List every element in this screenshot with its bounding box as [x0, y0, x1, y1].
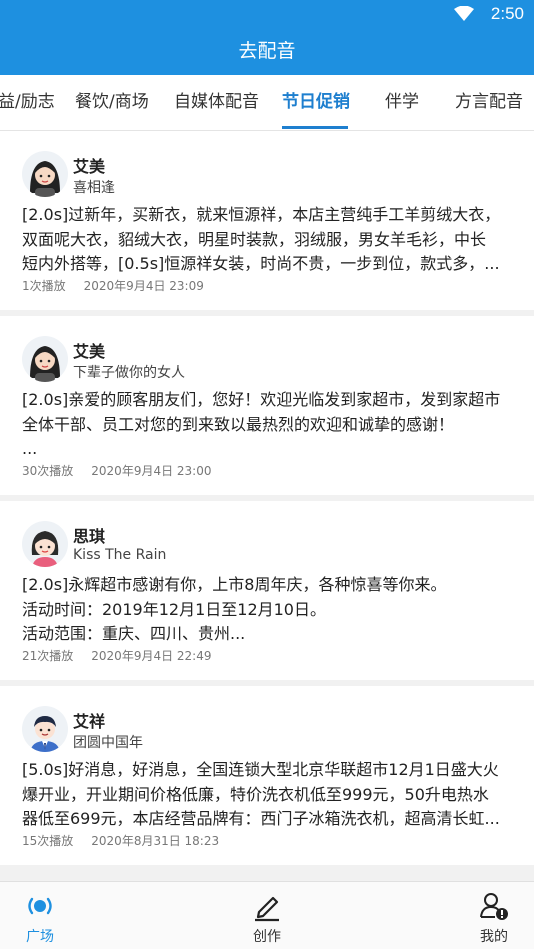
tab-inspirational[interactable]: 益/励志	[0, 75, 55, 130]
play-count: 1次播放	[22, 279, 66, 293]
active-tab-indicator	[282, 126, 348, 129]
male-avatar-icon	[22, 706, 68, 752]
script-text: [2.0s]永辉超市感谢有你，上市8周年庆，各种惊喜等你来。 活动时间：2019…	[22, 575, 447, 643]
girl-avatar-icon	[22, 521, 68, 567]
nav-label: 广场	[26, 929, 54, 945]
publish-date: 2020年9月4日 22:49	[91, 649, 212, 663]
item-meta: 21次播放 2020年9月4日 22:49	[22, 647, 212, 664]
app-bar: 去配音	[0, 30, 534, 75]
item-meta: 30次播放 2020年9月4日 23:00	[22, 462, 212, 479]
list-item[interactable]: 艾美 下辈子做你的女人 [2.0s]亲爱的顾客朋友们，您好！欢迎光临发到家超市，…	[0, 316, 534, 495]
page-title: 去配音	[238, 40, 296, 62]
publish-date: 2020年9月4日 23:09	[83, 279, 204, 293]
tab-dining-mall[interactable]: 餐饮/商场	[75, 75, 149, 130]
nav-mine[interactable]: 我的	[454, 890, 534, 946]
list-item[interactable]: 思琪 Kiss The Rain [2.0s]永辉超市感谢有你，上市8周年庆，各…	[0, 501, 534, 680]
category-tabs: 益/励志 餐饮/商场 自媒体配音 节日促销 伴学 方言配音	[0, 75, 534, 131]
publish-date: 2020年8月31日 18:23	[91, 834, 220, 848]
nav-create[interactable]: 创作	[227, 890, 307, 946]
track-title: Kiss The Rain	[73, 547, 167, 563]
track-title: 喜相逢	[73, 180, 115, 196]
tab-study-companion[interactable]: 伴学	[385, 75, 419, 130]
voice-actor-name: 艾美	[73, 157, 106, 176]
script-text: [2.0s]过新年，买新衣，就来恒源祥，本店主营纯手工羊剪绒大衣， 双面呢大衣，…	[22, 205, 501, 273]
item-meta: 1次播放 2020年9月4日 23:09	[22, 277, 204, 294]
female-avatar-icon	[22, 336, 68, 382]
voice-actor-name: 艾美	[73, 342, 106, 361]
nav-label: 创作	[253, 929, 281, 945]
status-time: 2:50	[490, 4, 524, 23]
nav-square[interactable]: 广场	[0, 890, 80, 946]
play-count: 30次播放	[22, 464, 74, 478]
tab-holiday-promotion[interactable]: 节日促销	[282, 75, 350, 130]
track-title: 下辈子做你的女人	[73, 365, 185, 381]
wifi-icon	[454, 6, 474, 21]
play-count: 21次播放	[22, 649, 74, 663]
voice-actor-name: 思琪	[73, 527, 106, 546]
pen-icon	[255, 896, 279, 922]
nav-label: 我的	[480, 929, 508, 945]
status-bar: 2:50	[0, 0, 534, 30]
publish-date: 2020年9月4日 23:00	[91, 464, 212, 478]
female-avatar-icon	[22, 151, 68, 197]
track-title: 团圆中国年	[73, 735, 143, 751]
play-count: 15次播放	[22, 834, 74, 848]
bottom-nav: 广场 创作 我的	[0, 881, 534, 949]
script-text: [2.0s]亲爱的顾客朋友们，您好！欢迎光临发到家超市，发到家超市 全体干部、员…	[22, 390, 501, 458]
tab-dialect[interactable]: 方言配音	[455, 75, 523, 130]
voice-actor-name: 艾祥	[73, 712, 106, 731]
list-item[interactable]: 艾祥 团圆中国年 [5.0s]好消息，好消息，全国连锁大型北京华联超市12月1日…	[0, 686, 534, 865]
item-meta: 15次播放 2020年8月31日 18:23	[22, 832, 219, 849]
user-icon	[480, 893, 508, 920]
broadcast-icon	[28, 897, 52, 915]
tab-self-media[interactable]: 自媒体配音	[174, 75, 259, 130]
list-item[interactable]: 艾美 喜相逢 [2.0s]过新年，买新衣，就来恒源祥，本店主营纯手工羊剪绒大衣，…	[0, 131, 534, 310]
script-text: [5.0s]好消息，好消息，全国连锁大型北京华联超市12月1日盛大火 爆开业，开…	[22, 760, 500, 828]
